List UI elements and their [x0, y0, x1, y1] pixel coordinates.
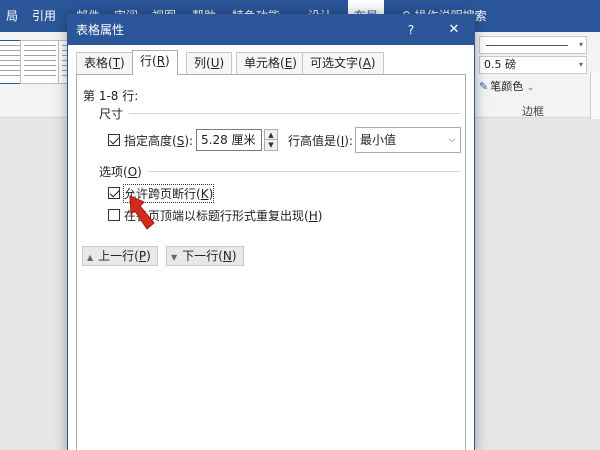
spin-down-icon[interactable]: ▼ — [265, 140, 277, 150]
chevron-down-icon: ▾ — [578, 60, 583, 69]
tab-label: 行 — [140, 54, 153, 68]
dialog-title: 表格属性 — [76, 23, 125, 37]
access-key: S — [176, 134, 185, 148]
section-divider — [129, 113, 461, 114]
rows-range-label: 第 1-8 行: — [83, 89, 139, 103]
row-height-mode-select[interactable]: 最小值 ⌵ — [355, 127, 461, 153]
access-key: O — [127, 165, 138, 179]
dialog-titlebar[interactable]: 表格属性 ? ✕ — [68, 15, 474, 45]
border-width-value: 0.5 磅 — [484, 58, 516, 71]
row-height-is-label: 行高值是(I): — [288, 134, 353, 148]
access-key: R — [156, 54, 166, 68]
border-style-combo[interactable]: ▾ — [479, 36, 587, 54]
tab-label: 单元格 — [244, 56, 281, 70]
tab-alt-text[interactable]: 可选文字(A) — [302, 52, 384, 74]
red-arrow-annotation-icon — [129, 195, 155, 230]
previous-row-button[interactable]: ▲ 上一行(P) — [82, 246, 158, 266]
specify-height-label[interactable]: 指定高度(S): — [124, 132, 193, 149]
table-style-thumbnail[interactable] — [20, 40, 60, 84]
row-height-spinner[interactable]: ▲ ▼ — [264, 129, 278, 151]
tab-table[interactable]: 表格(T) — [76, 52, 133, 74]
ribbon-tab-references[interactable]: 引用 — [26, 0, 62, 32]
tab-cell[interactable]: 单元格(E) — [236, 52, 305, 74]
row-height-mode-value: 最小值 — [360, 133, 397, 147]
access-key: N — [222, 249, 232, 263]
spin-up-icon[interactable]: ▲ — [265, 130, 277, 140]
size-section-label: 尺寸 — [99, 107, 124, 121]
triangle-up-icon: ▲ — [87, 253, 94, 262]
help-button[interactable]: ? — [401, 15, 421, 45]
chevron-down-icon: ▾ — [578, 40, 583, 49]
access-key: A — [362, 56, 371, 70]
access-key: E — [284, 56, 293, 70]
tab-column[interactable]: 列(U) — [186, 52, 233, 74]
section-divider — [148, 171, 461, 172]
row-height-is-text: 行高值是 — [288, 134, 337, 148]
next-row-button[interactable]: ▼ 下一行(N) — [166, 246, 244, 266]
tab-label: 可选文字 — [310, 56, 359, 70]
tab-row[interactable]: 行(R) — [132, 50, 178, 75]
chevron-down-icon: ⌵ — [448, 135, 456, 145]
access-key: I — [340, 134, 345, 148]
ribbon-tab-layout-partial[interactable]: 局 — [0, 0, 24, 32]
pen-color-label: 笔颜色 — [490, 80, 524, 93]
access-key: K — [200, 187, 209, 201]
repeat-header-row-checkbox[interactable] — [108, 209, 120, 221]
specify-height-text: 指定高度 — [124, 134, 173, 148]
allow-row-break-checkbox[interactable] — [108, 187, 120, 199]
close-button[interactable]: ✕ — [442, 15, 466, 45]
previous-row-text: 上一行 — [98, 249, 135, 263]
options-section-label: 选项(O) — [99, 165, 142, 179]
pen-color-button[interactable]: ✎ 笔颜色 ⌄ — [479, 78, 534, 94]
access-key: U — [210, 56, 220, 70]
options-text: 选项 — [99, 165, 124, 179]
border-width-combo[interactable]: 0.5 磅 ▾ — [479, 56, 587, 74]
specify-height-checkbox[interactable] — [108, 134, 120, 146]
tab-label: 表格 — [84, 56, 109, 70]
chevron-down-icon: ⌄ — [526, 83, 535, 93]
tab-label: 列 — [194, 56, 207, 70]
access-key: H — [308, 209, 318, 223]
pen-icon: ✎ — [479, 80, 489, 93]
triangle-down-icon: ▼ — [171, 253, 178, 262]
ribbon-scroll-edge — [590, 72, 600, 122]
next-row-text: 下一行 — [182, 249, 219, 263]
access-key: T — [112, 56, 121, 70]
row-height-input[interactable]: 5.28 厘米 — [196, 129, 262, 151]
access-key: P — [138, 249, 147, 263]
borders-group-label: 边框 — [522, 105, 544, 118]
